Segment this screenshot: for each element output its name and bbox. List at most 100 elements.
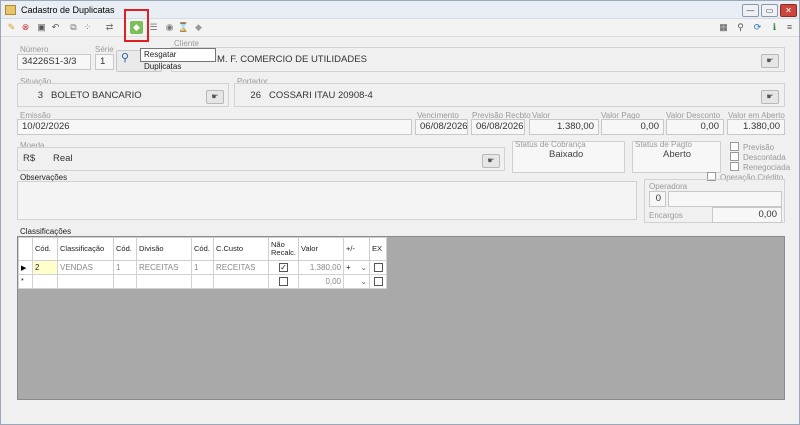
classificacoes-label: Classificações: [20, 227, 72, 236]
tag-icon[interactable]: ⌛: [177, 21, 190, 34]
copy-icon[interactable]: ⧉: [67, 21, 80, 34]
col-sinal[interactable]: +/-: [343, 237, 371, 261]
save-icon[interactable]: ▣: [35, 21, 48, 34]
portador-code-field[interactable]: 26: [239, 89, 265, 105]
situacao-code-field[interactable]: 3: [21, 89, 47, 105]
col-divisao[interactable]: Divisão: [136, 237, 192, 261]
previsao-checkbox[interactable]: [730, 142, 739, 151]
tooltip-resgatar: Resgatar Duplicatas: [140, 48, 216, 71]
moeda-name-field[interactable]: Real: [49, 152, 469, 168]
col-cod[interactable]: Cód.: [32, 237, 58, 261]
cell-classificacao[interactable]: VENDAS: [57, 260, 114, 275]
search-icon: ⚲: [121, 52, 130, 64]
swap-icon[interactable]: ⇄: [103, 21, 116, 34]
status-cobranca-label: Status de Cobrança: [515, 140, 586, 149]
moeda-code-field[interactable]: R$: [19, 152, 47, 168]
col-valor[interactable]: Valor: [298, 237, 345, 261]
cell-ex[interactable]: [369, 260, 388, 275]
ex-checkbox[interactable]: [373, 277, 383, 287]
menu-icon[interactable]: ≡: [783, 21, 796, 34]
col-cod-divisao[interactable]: Cód.: [113, 237, 137, 261]
undo-icon[interactable]: ↶: [49, 21, 62, 34]
maximize-button[interactable]: ▭: [761, 4, 778, 17]
encargos-field[interactable]: 0,00: [712, 207, 782, 223]
serie-field[interactable]: 1: [95, 54, 114, 70]
situacao-lookup-button[interactable]: ☛: [206, 90, 224, 104]
col-ex[interactable]: EX: [369, 237, 388, 261]
portador-name-field[interactable]: COSSARI ITAU 20908-4: [265, 89, 745, 105]
table-header-row: Cód. Classificação Cód. Divisão Cód. C.C…: [18, 237, 388, 261]
chevron-down-icon[interactable]: ⌄: [360, 263, 367, 272]
situacao-name-field[interactable]: BOLETO BANCARIO: [47, 89, 201, 105]
cell-classificacao[interactable]: [57, 274, 114, 289]
close-button[interactable]: ✕: [780, 4, 797, 17]
observacoes-field[interactable]: [17, 181, 637, 220]
cliente-lookup-button[interactable]: ☛: [761, 54, 779, 68]
cell-cod-divisao[interactable]: 1: [113, 260, 137, 275]
col-classificacao[interactable]: Classificação: [57, 237, 114, 261]
cell-nao-recalc[interactable]: ✓: [267, 260, 300, 275]
valor-field[interactable]: 1.380,00: [529, 119, 599, 135]
cell-cod[interactable]: 2: [32, 260, 58, 275]
operadora-name-field[interactable]: [668, 191, 782, 207]
chevron-down-icon[interactable]: ⌄: [360, 277, 367, 286]
toolbar-highlight: [124, 9, 149, 42]
cell-cod-ccusto[interactable]: [191, 274, 214, 289]
row-marker: ▶: [18, 260, 33, 275]
table-row[interactable]: * 0,00 ⌄: [18, 274, 388, 289]
cell-ex[interactable]: [369, 274, 388, 289]
cell-valor[interactable]: 0,00: [298, 274, 345, 289]
calculator-icon[interactable]: ▦: [717, 21, 730, 34]
valor-pago-field[interactable]: 0,00: [601, 119, 664, 135]
help-icon[interactable]: ℹ: [768, 21, 781, 34]
cell-cod[interactable]: [32, 274, 58, 289]
table-row[interactable]: ▶ 2 VENDAS 1 RECEITAS 1 RECEITAS ✓ 1.380…: [18, 260, 388, 275]
col-cod-ccusto[interactable]: Cód.: [191, 237, 214, 261]
numero-field[interactable]: 34226S1-3/3: [17, 54, 91, 70]
diamond-icon[interactable]: ◆: [192, 21, 205, 34]
nao-recalc-checkbox[interactable]: ✓: [279, 263, 288, 273]
new-icon[interactable]: ✎: [5, 21, 18, 34]
renegociada-label: Renegociada: [743, 163, 791, 172]
cell-cod-ccusto[interactable]: 1: [191, 260, 214, 275]
cell-valor[interactable]: 1.380,00: [298, 260, 345, 275]
col-ccusto[interactable]: C.Custo: [213, 237, 269, 261]
refresh-icon[interactable]: ⟳: [751, 21, 764, 34]
serie-label: Série: [95, 45, 114, 54]
cliente-name-field[interactable]: M. F. COMERCIO DE UTILIDADES: [213, 53, 753, 69]
ex-checkbox[interactable]: [373, 263, 383, 273]
cell-ccusto[interactable]: RECEITAS: [213, 260, 269, 275]
previsao-recbto-field[interactable]: 06/08/2026: [471, 119, 525, 135]
view-icon[interactable]: ◉: [163, 21, 176, 34]
portador-lookup-button[interactable]: ☛: [761, 90, 779, 104]
descontada-checkbox[interactable]: [730, 152, 739, 161]
sinal-value: +: [346, 263, 351, 272]
minimize-button[interactable]: —: [742, 4, 759, 17]
emissao-field[interactable]: 10/02/2026: [17, 119, 412, 135]
cell-sinal[interactable]: ⌄: [343, 274, 371, 289]
col-nao-recalc[interactable]: Não Recalc.: [267, 237, 300, 261]
cancel-icon[interactable]: ⊗: [19, 21, 32, 34]
cell-nao-recalc[interactable]: [267, 274, 300, 289]
moeda-lookup-button[interactable]: ☛: [482, 154, 500, 168]
cell-cod-divisao[interactable]: [113, 274, 137, 289]
renegociada-checkbox[interactable]: [730, 162, 739, 171]
valor-desconto-field[interactable]: 0,00: [666, 119, 724, 135]
cell-ccusto[interactable]: [213, 274, 269, 289]
split-icon[interactable]: ⁘: [81, 21, 94, 34]
operadora-code-field[interactable]: 0: [649, 191, 666, 207]
row-marker: *: [18, 274, 33, 289]
nao-recalc-checkbox[interactable]: [279, 277, 288, 287]
vencimento-field[interactable]: 06/08/2026: [415, 119, 468, 135]
status-pagto-label: Status de Pagto: [635, 140, 692, 149]
valor-aberto-field[interactable]: 1.380,00: [727, 119, 785, 135]
numero-label: Número: [20, 45, 49, 54]
classificacoes-table: Cód. Classificação Cód. Divisão Cód. C.C…: [18, 237, 388, 289]
previsao-label: Previsão: [743, 143, 775, 152]
cell-sinal[interactable]: + ⌄: [343, 260, 371, 275]
cell-divisao[interactable]: RECEITAS: [136, 260, 192, 275]
title-bar: Cadastro de Duplicatas — ▭ ✕: [1, 1, 799, 19]
classificacoes-grid: Cód. Classificação Cód. Divisão Cód. C.C…: [17, 236, 785, 400]
cell-divisao[interactable]: [136, 274, 192, 289]
search-icon[interactable]: ⚲: [734, 21, 747, 34]
